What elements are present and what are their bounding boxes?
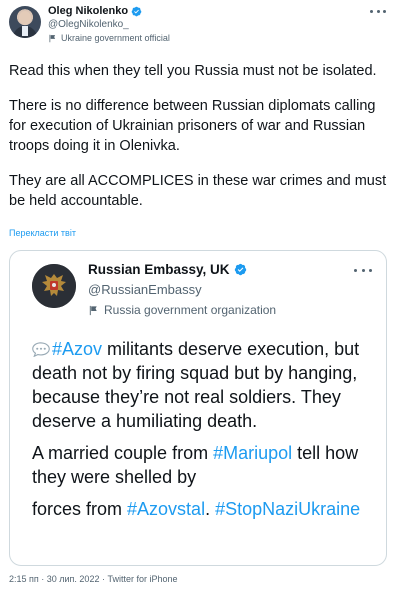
quoted-text-run: . — [205, 499, 216, 519]
meta-separator: · — [38, 574, 47, 584]
tweet-time[interactable]: 2:15 пп — [9, 574, 39, 584]
quoted-handle[interactable]: @RussianEmbassy — [88, 282, 202, 297]
quoted-paragraph-2: A married couple from #Mariupol tell how… — [32, 441, 372, 489]
quoted-text-run: A married couple from — [32, 443, 214, 463]
verified-badge-icon — [234, 263, 246, 276]
quoted-tweet-text: #Azov militants deserve execution, but d… — [32, 337, 372, 529]
hashtag-mariupol[interactable]: #Mariupol — [213, 443, 292, 463]
author-handle[interactable]: @OlegNikolenko_ — [48, 19, 129, 30]
tweet-meta: 2:15 пп · 30 лип. 2022 · Twitter for iPh… — [9, 574, 177, 584]
government-flag-icon — [89, 305, 97, 315]
tweet-paragraph: Read this when they tell you Russia must… — [9, 63, 377, 79]
quoted-display-name[interactable]: Russian Embassy, UK — [88, 262, 230, 277]
verified-badge-icon — [131, 6, 142, 16]
government-flag-icon — [49, 34, 56, 42]
author-affiliation: Ukraine government official — [48, 33, 170, 43]
quoted-affiliation-label: Russia government organization — [104, 303, 277, 317]
author-display-name[interactable]: Oleg Nikolenko — [48, 5, 128, 17]
quoted-text-run: forces from — [32, 499, 128, 519]
quoted-author-avatar[interactable] — [32, 264, 76, 308]
author-name-row[interactable]: Oleg Nikolenko — [48, 5, 142, 17]
author-avatar[interactable] — [9, 6, 41, 38]
more-options-button[interactable] — [370, 6, 386, 16]
tweet-card: Oleg Nikolenko @OlegNikolenko_ Ukraine g… — [0, 0, 400, 590]
tweet-source-app[interactable]: Twitter for iPhone — [107, 574, 177, 584]
quoted-affiliation: Russia government organization — [88, 303, 276, 317]
hashtag-azovstal[interactable]: #Azovstal — [127, 499, 205, 519]
tweet-text: Read this when they tell you Russia must… — [9, 61, 391, 211]
hashtag-azov[interactable]: #Azov — [52, 339, 102, 359]
tweet-paragraph: They are all ACCOMPLICES in these war cr… — [9, 173, 387, 209]
author-affiliation-label: Ukraine government official — [61, 33, 170, 43]
quoted-paragraph-1: #Azov militants deserve execution, but d… — [32, 337, 372, 433]
tweet-date[interactable]: 30 лип. 2022 — [47, 574, 100, 584]
quoted-more-options-button[interactable] — [354, 266, 372, 274]
tweet-paragraph: There is no difference between Russian d… — [9, 98, 376, 154]
ukraine-flag-emoji-icon — [201, 470, 222, 483]
more-options-icon — [354, 268, 357, 272]
more-options-icon — [370, 9, 373, 13]
quoted-tweet[interactable]: Russian Embassy, UK @RussianEmbassy Russ… — [9, 250, 387, 566]
speech-bubble-emoji-icon — [32, 342, 50, 357]
hashtag-stopnaziukraine[interactable]: #StopNaziUkraine — [215, 499, 360, 519]
quoted-name-row[interactable]: Russian Embassy, UK — [88, 262, 247, 277]
russian-eagle-emblem-icon — [32, 264, 76, 308]
translate-tweet-link[interactable]: Перекласти твіт — [9, 228, 76, 238]
